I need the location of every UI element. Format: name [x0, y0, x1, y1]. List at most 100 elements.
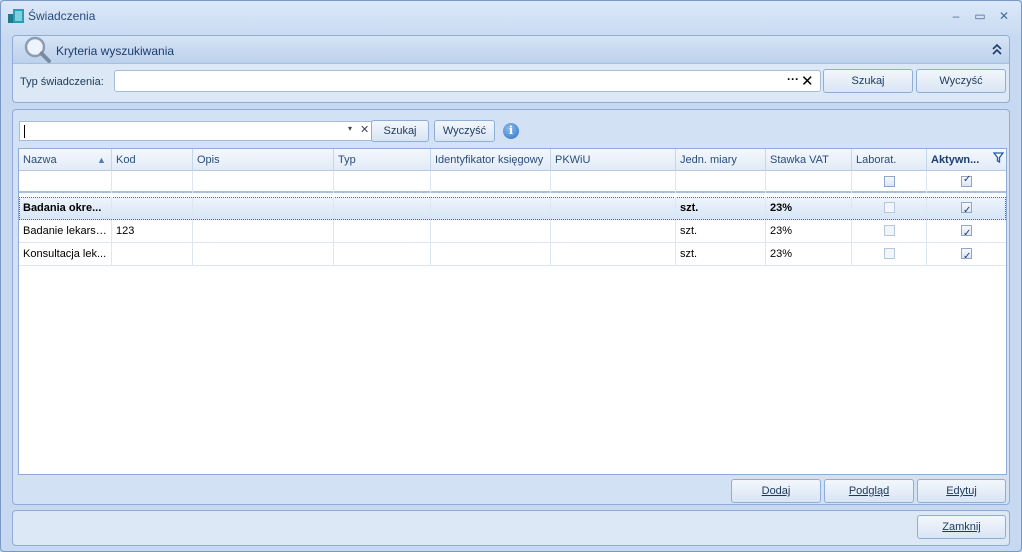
- cell-jedn[interactable]: szt.: [676, 243, 766, 265]
- cell-kod[interactable]: 123: [112, 220, 193, 242]
- grid-filter-row: [19, 171, 1006, 193]
- cell-laborat[interactable]: [852, 197, 927, 219]
- grid-search-button[interactable]: Szukaj: [371, 120, 429, 142]
- filter-cell-aktywny[interactable]: [927, 171, 1006, 193]
- table-row[interactable]: Badania okre... szt. 23%: [19, 197, 1006, 220]
- column-header-typ[interactable]: Typ: [334, 149, 431, 171]
- filter-cell-jedn[interactable]: [676, 171, 766, 193]
- filter-cell-typ[interactable]: [334, 171, 431, 193]
- cell-identyfikator[interactable]: [431, 220, 551, 242]
- cell-identyfikator[interactable]: [431, 243, 551, 265]
- filter-cell-vat[interactable]: [766, 171, 852, 193]
- criteria-search-label: Szukaj: [851, 75, 885, 87]
- cell-jedn[interactable]: szt.: [676, 197, 766, 219]
- cell-aktywny[interactable]: [927, 197, 1006, 219]
- clear-icon[interactable]: ✕: [801, 72, 814, 90]
- cell-aktywny[interactable]: [927, 220, 1006, 242]
- column-header-identyfikator[interactable]: Identyfikator księgowy: [431, 149, 551, 171]
- filter-cell-opis[interactable]: [193, 171, 334, 193]
- column-header-label: Nazwa: [23, 154, 57, 166]
- cell-typ[interactable]: [334, 197, 431, 219]
- cell-pkwiu[interactable]: [551, 243, 676, 265]
- column-header-vat[interactable]: Stawka VAT: [766, 149, 852, 171]
- preview-button[interactable]: Podgląd: [824, 479, 914, 503]
- cell-kod[interactable]: [112, 243, 193, 265]
- info-icon[interactable]: i: [503, 123, 519, 139]
- criteria-header[interactable]: Kryteria wyszukiwania: [13, 36, 1009, 64]
- chevron-down-icon[interactable]: ▾: [348, 124, 352, 133]
- app-icon: [8, 9, 24, 23]
- cell-opis[interactable]: [193, 243, 334, 265]
- grid-search-label: Szukaj: [383, 125, 417, 137]
- grid-header: Nazwa ▲ Kod Opis Typ Identyfikator księg…: [19, 149, 1006, 171]
- clear-filter-icon[interactable]: ✕: [360, 123, 369, 136]
- cell-identyfikator[interactable]: [431, 197, 551, 219]
- criteria-clear-label: Wyczyść: [939, 75, 983, 87]
- column-header-laborat[interactable]: Laborat.: [852, 149, 927, 171]
- type-field[interactable]: ··· ✕: [114, 70, 821, 92]
- column-header-pkwiu[interactable]: PKWiU: [551, 149, 676, 171]
- cell-vat[interactable]: 23%: [766, 243, 852, 265]
- column-header-opis[interactable]: Opis: [193, 149, 334, 171]
- column-header-jedn[interactable]: Jedn. miary: [676, 149, 766, 171]
- column-header-aktywny[interactable]: Aktywn...: [927, 149, 1006, 171]
- type-label: Typ świadczenia:: [20, 76, 104, 88]
- cell-vat[interactable]: 23%: [766, 197, 852, 219]
- close-window-button[interactable]: ✕: [995, 7, 1013, 25]
- cell-vat[interactable]: 23%: [766, 220, 852, 242]
- cell-aktywny[interactable]: [927, 243, 1006, 265]
- cell-nazwa[interactable]: Badanie lekarski...: [19, 220, 112, 242]
- cell-laborat[interactable]: [852, 220, 927, 242]
- filter-laborat-checkbox[interactable]: [884, 176, 895, 187]
- preview-label: Podgląd: [848, 485, 890, 497]
- column-header-nazwa[interactable]: Nazwa ▲: [19, 149, 112, 171]
- filter-aktywny-checkbox[interactable]: [961, 174, 972, 187]
- cell-laborat[interactable]: [852, 243, 927, 265]
- cell-typ[interactable]: [334, 243, 431, 265]
- maximize-button[interactable]: ▭: [971, 7, 989, 25]
- bottom-panel: Zamknij: [12, 510, 1010, 546]
- grid-clear-button[interactable]: Wyczyść: [434, 120, 495, 142]
- filter-cell-kod[interactable]: [112, 171, 193, 193]
- close-button[interactable]: Zamknij: [917, 515, 1006, 539]
- laborat-checkbox[interactable]: [884, 248, 895, 259]
- grid-clear-label: Wyczyść: [442, 125, 487, 137]
- cell-nazwa[interactable]: Badania okre...: [19, 197, 112, 219]
- criteria-clear-button[interactable]: Wyczyść: [916, 69, 1006, 93]
- filter-icon[interactable]: [993, 152, 1004, 163]
- filter-cell-laborat[interactable]: [852, 171, 927, 193]
- collapse-icon[interactable]: [991, 42, 1003, 59]
- grid-filter-input[interactable]: ▾ ✕: [19, 121, 379, 141]
- cell-opis[interactable]: [193, 197, 334, 219]
- add-label: Dodaj: [761, 485, 791, 497]
- main-window: Świadczenia – ▭ ✕ Kryteria wyszukiwania …: [0, 0, 1022, 552]
- table-row[interactable]: Konsultacja lek... szt. 23%: [19, 243, 1006, 266]
- edit-label: Edytuj: [946, 485, 977, 497]
- column-header-kod[interactable]: Kod: [112, 149, 193, 171]
- filter-cell-pkwiu[interactable]: [551, 171, 676, 193]
- table-row[interactable]: Badanie lekarski... 123 szt. 23%: [19, 220, 1006, 243]
- grid-panel: ▾ ✕ Szukaj Wyczyść i Nazwa ▲ Kod Opis Ty…: [12, 109, 1010, 505]
- aktywny-checkbox[interactable]: [961, 246, 972, 265]
- filter-cell-nazwa[interactable]: [19, 171, 112, 193]
- edit-button[interactable]: Edytuj: [917, 479, 1006, 503]
- aktywny-checkbox[interactable]: [961, 200, 972, 219]
- cell-jedn[interactable]: szt.: [676, 220, 766, 242]
- cell-typ[interactable]: [334, 220, 431, 242]
- aktywny-checkbox[interactable]: [961, 223, 972, 242]
- cell-pkwiu[interactable]: [551, 197, 676, 219]
- filter-cell-identyfikator[interactable]: [431, 171, 551, 193]
- criteria-search-button[interactable]: Szukaj: [823, 69, 913, 93]
- ellipsis-icon[interactable]: ···: [787, 72, 799, 86]
- cell-opis[interactable]: [193, 220, 334, 242]
- add-button[interactable]: Dodaj: [731, 479, 821, 503]
- cell-nazwa[interactable]: Konsultacja lek...: [19, 243, 112, 265]
- laborat-checkbox[interactable]: [884, 225, 895, 236]
- magnifier-icon: [24, 36, 51, 63]
- minimize-button[interactable]: –: [947, 7, 965, 25]
- cell-pkwiu[interactable]: [551, 220, 676, 242]
- search-criteria-panel: Kryteria wyszukiwania Typ świadczenia: ·…: [12, 35, 1010, 103]
- cell-kod[interactable]: [112, 197, 193, 219]
- laborat-checkbox[interactable]: [884, 202, 895, 213]
- title-bar[interactable]: Świadczenia – ▭ ✕: [1, 1, 1021, 31]
